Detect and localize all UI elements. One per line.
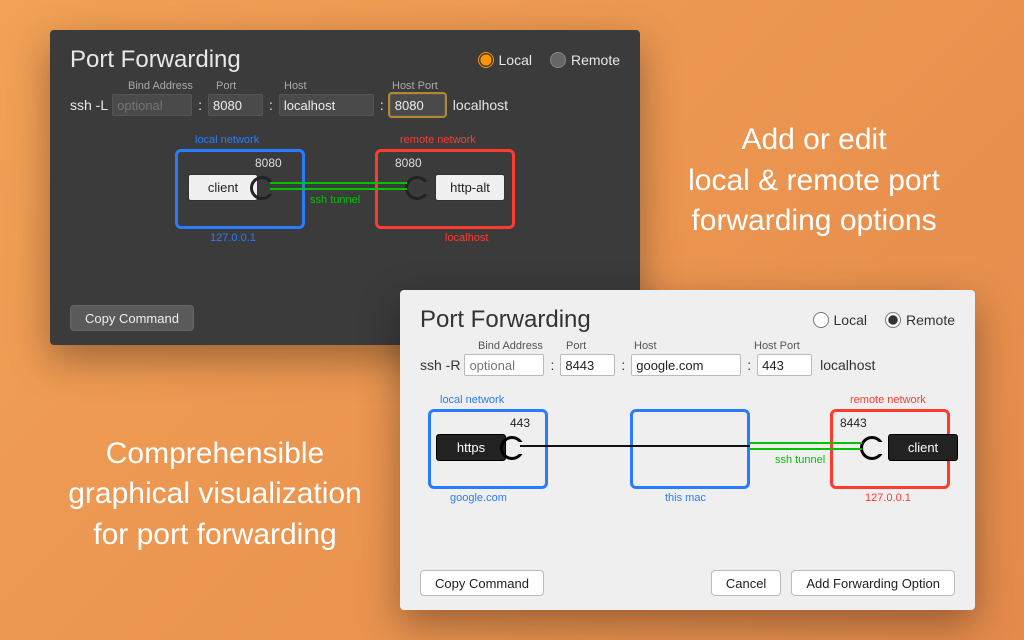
radio-dot-on-icon — [478, 52, 494, 68]
radio-dot-off-icon — [550, 52, 566, 68]
plug-icon — [860, 436, 884, 460]
dialog-title: Port Forwarding — [70, 46, 241, 74]
label-bind-address: Bind Address — [478, 340, 566, 352]
label-host: Host — [634, 340, 754, 352]
dialog-title: Port Forwarding — [420, 306, 591, 334]
forwarding-diagram: local network remote network 443 8443 ht… — [420, 394, 955, 524]
radio-remote[interactable]: Remote — [885, 312, 955, 328]
remote-ip-label: 127.0.0.1 — [865, 492, 911, 504]
local-port-number: 8080 — [255, 156, 282, 170]
caption-add-edit: Add or editlocal & remote portforwarding… — [664, 120, 964, 242]
local-port-number: 443 — [510, 416, 530, 430]
host-port-input[interactable] — [390, 94, 445, 116]
host-port-input[interactable] — [757, 354, 812, 376]
copy-command-button[interactable]: Copy Command — [70, 305, 194, 331]
local-network-label: local network — [195, 134, 259, 146]
port-input[interactable] — [208, 94, 263, 116]
ssh-tunnel-label: ssh tunnel — [775, 454, 825, 466]
ssh-tunnel-line — [750, 442, 862, 450]
host-input[interactable] — [631, 354, 741, 376]
service-node: http-alt — [435, 174, 505, 201]
copy-command-button[interactable]: Copy Command — [420, 570, 544, 596]
label-bind-address: Bind Address — [128, 80, 216, 92]
host-input[interactable] — [279, 94, 374, 116]
this-mac-label: this mac — [665, 492, 706, 504]
label-port: Port — [216, 80, 284, 92]
remote-port-number: 8443 — [840, 416, 867, 430]
bind-address-input[interactable] — [112, 94, 192, 116]
connection-line — [520, 445, 750, 447]
radio-local[interactable]: Local — [478, 52, 532, 68]
cancel-button[interactable]: Cancel — [711, 570, 781, 596]
label-host-port: Host Port — [392, 80, 462, 92]
radio-dot-off-icon — [813, 312, 829, 328]
ssh-tunnel-line — [270, 182, 407, 190]
radio-local[interactable]: Local — [813, 312, 867, 328]
ssh-suffix: localhost — [453, 97, 508, 113]
remote-network-label: remote network — [850, 394, 926, 406]
local-ip-label: 127.0.0.1 — [210, 232, 256, 244]
service-node: https — [436, 434, 506, 461]
radio-remote[interactable]: Remote — [550, 52, 620, 68]
dialog-port-forwarding-remote: Port Forwarding Local Remote Bind Addres… — [400, 290, 975, 610]
port-input[interactable] — [560, 354, 615, 376]
remote-host-label: localhost — [445, 232, 488, 244]
label-host: Host — [284, 80, 392, 92]
radio-dot-on-icon — [885, 312, 901, 328]
ssh-prefix: ssh -R — [420, 357, 460, 373]
client-node: client — [188, 174, 258, 201]
local-host-label: google.com — [450, 492, 507, 504]
label-host-port: Host Port — [754, 340, 824, 352]
ssh-tunnel-label: ssh tunnel — [310, 194, 360, 206]
ssh-prefix: ssh -L — [70, 97, 108, 113]
add-forwarding-option-button[interactable]: Add Forwarding Option — [791, 570, 955, 596]
ssh-suffix: localhost — [820, 357, 875, 373]
plug-icon — [405, 176, 429, 200]
client-node: client — [888, 434, 958, 461]
caption-visualization: Comprehensiblegraphical visualizationfor… — [55, 434, 375, 556]
this-mac-box — [630, 409, 750, 489]
remote-network-label: remote network — [400, 134, 476, 146]
plug-icon — [500, 436, 524, 460]
local-network-label: local network — [440, 394, 504, 406]
remote-port-number: 8080 — [395, 156, 422, 170]
bind-address-input[interactable] — [464, 354, 544, 376]
forwarding-diagram: local network remote network 8080 8080 c… — [70, 134, 620, 264]
label-port: Port — [566, 340, 634, 352]
